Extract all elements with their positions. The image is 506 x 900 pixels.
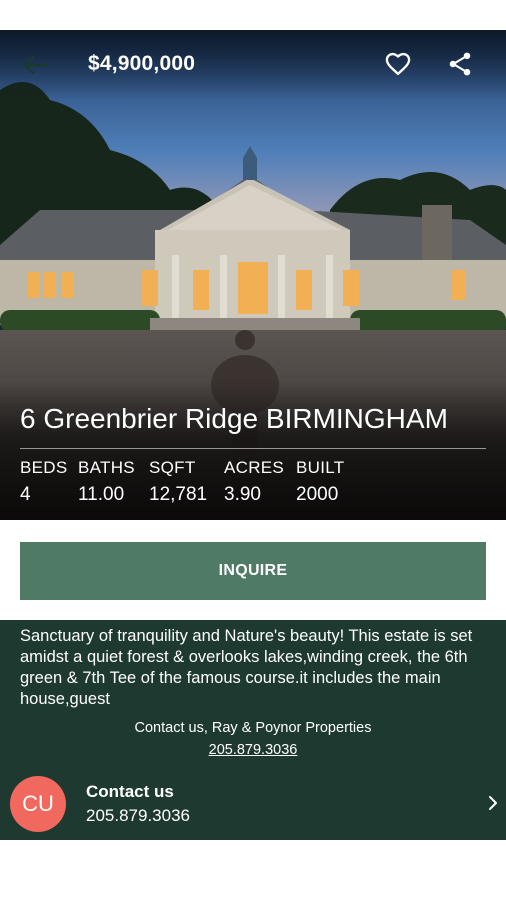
system-nav-bar (0, 840, 506, 900)
chevron-right-icon (486, 794, 500, 812)
contact-title: Contact us (86, 782, 174, 801)
hero-photo: $4,900,000 6 Greenbrier Ridge BIRMINGHAM… (0, 30, 506, 520)
stat-label: BEDS (20, 458, 68, 477)
inquire-button[interactable]: INQUIRE (20, 542, 486, 600)
stat-value: 4 (20, 484, 31, 505)
stat-label: BUILT (296, 458, 345, 477)
stat-value: 11.00 (78, 484, 125, 505)
stat-label: SQFT (149, 458, 196, 477)
avatar: CU (10, 776, 66, 832)
listing-price: $4,900,000 (88, 52, 196, 75)
share-icon[interactable] (446, 50, 474, 78)
contact-row[interactable]: CU Contact us 205.879.3036 (0, 770, 506, 840)
stat-value: 2000 (296, 484, 339, 505)
stat-baths: BATHS 11.00 (78, 458, 135, 506)
description-panel: Sanctuary of tranquility and Nature's be… (0, 620, 506, 840)
contact-phone: 205.879.3036 (86, 806, 190, 825)
top-app-bar (0, 30, 506, 100)
stats-divider (20, 448, 486, 449)
stat-acres: ACRES 3.90 (224, 458, 284, 506)
stat-built: BUILT 2000 (296, 458, 344, 506)
listing-address: 6 Greenbrier Ridge BIRMINGHAM (20, 403, 448, 434)
description-text[interactable]: Sanctuary of tranquility and Nature's be… (20, 626, 490, 710)
stat-label: ACRES (224, 458, 285, 477)
heart-icon[interactable] (384, 50, 412, 78)
stat-beds: BEDS 4 (20, 458, 68, 506)
contact-line: Contact us, Ray & Poynor Properties (134, 720, 372, 736)
status-bar (0, 0, 506, 30)
stat-value: 12,781 (149, 484, 208, 505)
stat-label: BATHS (78, 458, 135, 477)
contact-phone-link[interactable]: 205.879.3036 (0, 742, 506, 758)
stat-sqft: SQFT 12,781 (149, 458, 207, 506)
stat-value: 3.90 (224, 484, 261, 505)
back-arrow-icon[interactable] (22, 54, 48, 76)
